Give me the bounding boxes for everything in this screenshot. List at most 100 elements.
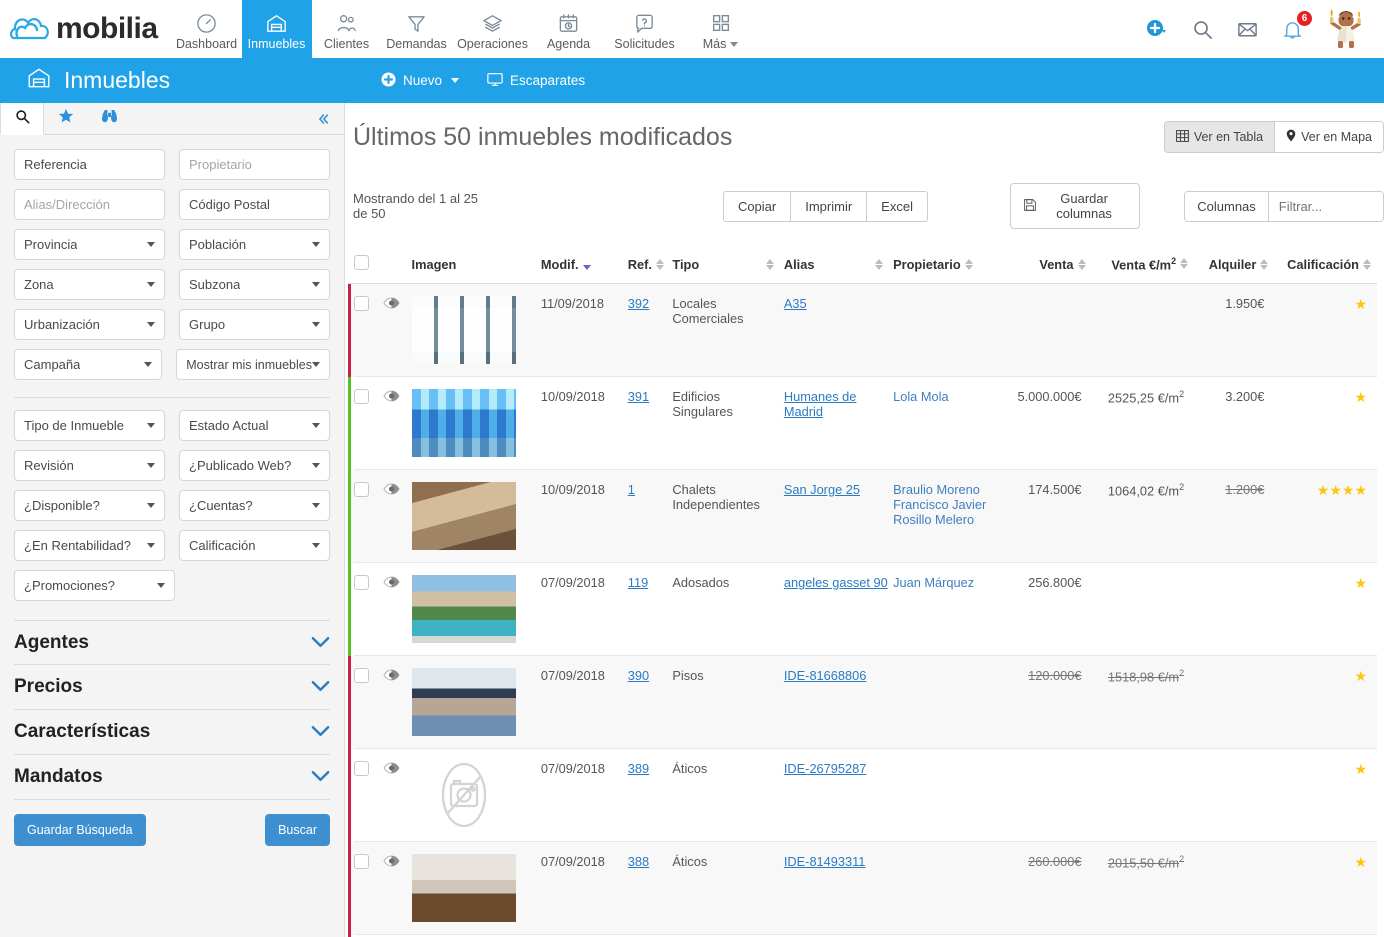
copiar-button[interactable]: Copiar xyxy=(723,191,791,222)
visibility-eye-icon[interactable] xyxy=(383,762,400,777)
field-propietario[interactable]: Propietario xyxy=(179,149,330,180)
search-icon[interactable] xyxy=(1191,18,1214,41)
sort-indicator-icon[interactable] xyxy=(965,259,973,270)
row-checkbox[interactable] xyxy=(354,482,369,497)
ref-link[interactable]: 392 xyxy=(628,296,649,311)
th-venta[interactable]: Venta xyxy=(1000,247,1091,284)
th-calificacion[interactable]: Calificación xyxy=(1274,247,1377,284)
th-alquiler[interactable]: Alquiler xyxy=(1194,247,1274,284)
accordion-agentes[interactable]: Agentes xyxy=(14,620,330,665)
field-revision[interactable]: Revisión xyxy=(14,450,165,481)
property-thumbnail[interactable] xyxy=(412,854,516,922)
nav-item-solicitudes[interactable]: Solicitudes xyxy=(604,0,686,58)
visibility-eye-icon[interactable] xyxy=(383,483,400,498)
alias-link[interactable]: A35 xyxy=(784,296,807,311)
table-row[interactable]: 07/09/2018119Adosadosangeles gasset 90Ju… xyxy=(348,563,1377,656)
nav-item-clientes[interactable]: Clientes xyxy=(312,0,382,58)
row-checkbox[interactable] xyxy=(354,575,369,590)
view-table-button[interactable]: Ver en Tabla xyxy=(1165,122,1274,152)
row-checkbox[interactable] xyxy=(354,854,369,869)
sort-indicator-icon[interactable] xyxy=(1363,259,1371,270)
field-alias-direccion[interactable]: Alias/Dirección xyxy=(14,189,165,220)
table-row[interactable]: 07/09/2018389ÁticosIDE-26795287★ xyxy=(348,749,1377,842)
alias-link[interactable]: San Jorge 25 xyxy=(784,482,860,497)
property-thumbnail[interactable] xyxy=(412,482,516,550)
nav-item-dashboard[interactable]: Dashboard xyxy=(172,0,242,58)
alias-link[interactable]: IDE-81493311 xyxy=(784,854,866,869)
accordion-caracteristicas[interactable]: Características xyxy=(14,710,330,755)
buscar-button[interactable]: Buscar xyxy=(265,814,330,846)
field-disponible[interactable]: ¿Disponible? xyxy=(14,490,165,521)
collapse-sidebar-button[interactable] xyxy=(316,103,344,134)
field-cuentas[interactable]: ¿Cuentas? xyxy=(179,490,330,521)
alias-link[interactable]: IDE-81668806 xyxy=(784,668,867,683)
table-row[interactable]: 10/09/2018391Edificios SingularesHumanes… xyxy=(348,377,1377,470)
ref-link[interactable]: 389 xyxy=(628,761,649,776)
ref-link[interactable]: 119 xyxy=(628,575,648,590)
visibility-eye-icon[interactable] xyxy=(383,297,400,312)
view-map-button[interactable]: Ver en Mapa xyxy=(1274,122,1383,152)
columnas-button[interactable]: Columnas xyxy=(1185,192,1269,221)
nav-item-agenda[interactable]: Agenda xyxy=(534,0,604,58)
escaparates-button[interactable]: Escaparates xyxy=(487,72,585,90)
select-all-checkbox[interactable] xyxy=(354,255,369,270)
sort-indicator-desc-icon[interactable] xyxy=(583,259,591,270)
sidebar-tab-binoculars[interactable] xyxy=(88,103,132,134)
alias-link[interactable]: IDE-26795287 xyxy=(784,761,867,776)
field-estado-actual[interactable]: Estado Actual xyxy=(179,410,330,441)
table-row[interactable]: 07/09/2018390PisosIDE-81668806120.000€15… xyxy=(348,656,1377,749)
th-tipo[interactable]: Tipo xyxy=(672,247,783,284)
field-subzona[interactable]: Subzona xyxy=(179,269,330,300)
th-ref[interactable]: Ref. xyxy=(628,247,673,284)
columns-filter-input[interactable] xyxy=(1269,192,1384,221)
excel-button[interactable]: Excel xyxy=(867,191,928,222)
sort-indicator-icon[interactable] xyxy=(766,259,774,270)
user-avatar[interactable] xyxy=(1326,7,1366,51)
rating-stars[interactable]: ★ xyxy=(1274,761,1373,778)
property-thumbnail[interactable] xyxy=(412,389,516,457)
field-tipo-de-inmueble[interactable]: Tipo de Inmueble xyxy=(14,410,165,441)
row-checkbox[interactable] xyxy=(354,296,369,311)
rating-stars[interactable]: ★ xyxy=(1274,296,1373,313)
field-referencia[interactable]: Referencia xyxy=(14,149,165,180)
alias-link[interactable]: Humanes de Madrid xyxy=(784,389,857,419)
accordion-precios[interactable]: Precios xyxy=(14,665,330,710)
field-campana[interactable]: Campaña xyxy=(14,349,162,380)
visibility-eye-icon[interactable] xyxy=(383,390,400,405)
nav-item-operaciones[interactable]: Operaciones xyxy=(452,0,534,58)
envelope-icon[interactable] xyxy=(1236,18,1259,41)
field-promociones[interactable]: ¿Promociones? xyxy=(14,570,175,601)
table-row[interactable]: 07/09/2018388ÁticosIDE-81493311260.000€2… xyxy=(348,842,1377,935)
sidebar-tab-favorites[interactable] xyxy=(44,103,88,134)
nav-item-demandas[interactable]: Demandas xyxy=(382,0,452,58)
sort-indicator-icon[interactable] xyxy=(1180,258,1188,269)
ref-link[interactable]: 390 xyxy=(628,668,649,683)
row-checkbox[interactable] xyxy=(354,761,369,776)
th-alias[interactable]: Alias xyxy=(784,247,893,284)
sort-indicator-icon[interactable] xyxy=(656,259,664,270)
field-zona[interactable]: Zona xyxy=(14,269,165,300)
propietario-text[interactable]: Braulio Moreno Francisco Javier Rosillo … xyxy=(893,482,986,527)
field-grupo[interactable]: Grupo xyxy=(179,309,330,340)
table-row[interactable]: 11/09/2018392Locales ComercialesA351.950… xyxy=(348,284,1377,377)
propietario-text[interactable]: Lola Mola xyxy=(893,389,949,404)
nav-item-inmuebles[interactable]: Inmuebles xyxy=(242,0,312,58)
rating-stars[interactable]: ★★★★ xyxy=(1274,482,1373,499)
imprimir-button[interactable]: Imprimir xyxy=(791,191,867,222)
plus-circle-dropdown-icon[interactable] xyxy=(1145,17,1169,41)
alias-link[interactable]: angeles gasset 90 xyxy=(784,575,888,590)
th-propietario[interactable]: Propietario xyxy=(893,247,1000,284)
rating-stars[interactable]: ★ xyxy=(1274,668,1373,685)
ref-link[interactable]: 391 xyxy=(628,389,649,404)
field-poblacion[interactable]: Población xyxy=(179,229,330,260)
table-row[interactable]: 10/09/20181Chalets IndependientesSan Jor… xyxy=(348,470,1377,563)
field-publicado-web[interactable]: ¿Publicado Web? xyxy=(179,450,330,481)
sidebar-tab-search[interactable] xyxy=(0,103,44,135)
field-mostrar-mis-inmuebles[interactable]: Mostrar mis inmuebles xyxy=(176,349,330,380)
sort-indicator-icon[interactable] xyxy=(875,259,883,270)
nuevo-button[interactable]: Nuevo xyxy=(381,72,459,90)
th-modif[interactable]: Modif. xyxy=(541,247,628,284)
field-urbanizacion[interactable]: Urbanización xyxy=(14,309,165,340)
row-checkbox[interactable] xyxy=(354,668,369,683)
rating-stars[interactable]: ★ xyxy=(1274,389,1373,406)
